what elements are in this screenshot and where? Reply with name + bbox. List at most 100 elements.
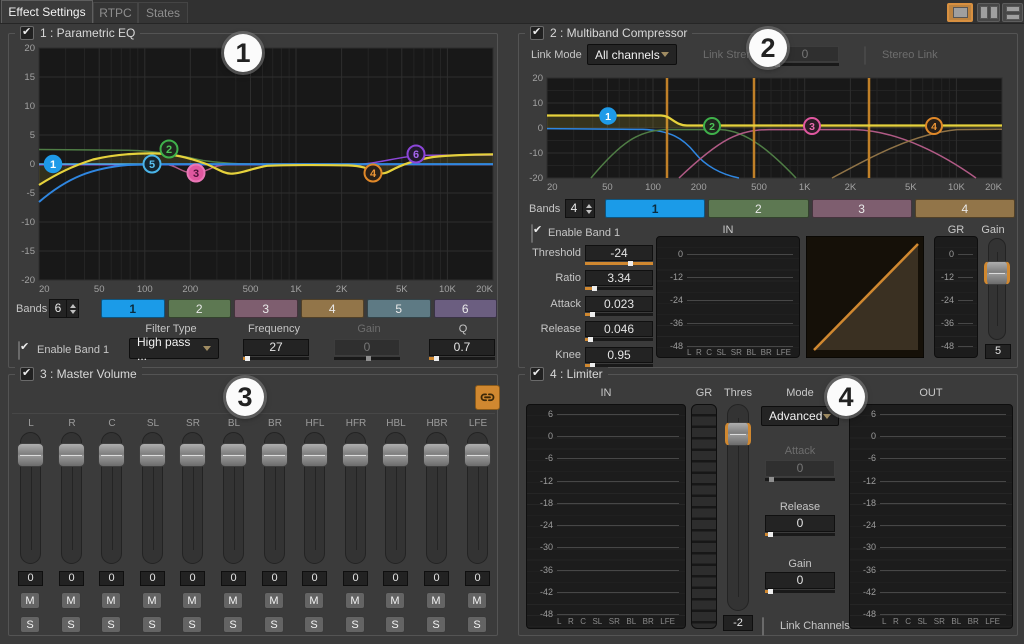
volume-slider-knob[interactable]: [179, 443, 206, 467]
volume-value[interactable]: 0: [343, 571, 368, 586]
mute-button[interactable]: M: [426, 592, 446, 609]
volume-value[interactable]: 0: [99, 571, 124, 586]
layout-split-horizontal-button[interactable]: [1002, 3, 1023, 22]
q-field[interactable]: 0.7: [429, 339, 495, 356]
volume-value[interactable]: 0: [221, 571, 246, 586]
filter-type-dropdown[interactable]: High pass ...: [129, 338, 219, 359]
effect-enable-checkbox[interactable]: [20, 26, 34, 40]
volume-slider-knob[interactable]: [139, 443, 166, 467]
spin-down-icon[interactable]: [70, 310, 76, 314]
tab-effect-settings[interactable]: Effect Settings: [1, 0, 93, 23]
enable-band-checkbox[interactable]: [531, 224, 533, 243]
mb-band1-button[interactable]: 1: [605, 199, 705, 218]
solo-button[interactable]: S: [223, 616, 243, 633]
volume-value[interactable]: 0: [302, 571, 327, 586]
eq-band3-button[interactable]: 3: [234, 299, 298, 318]
solo-button[interactable]: S: [61, 616, 81, 633]
volume-value[interactable]: 0: [180, 571, 205, 586]
mute-button[interactable]: M: [182, 592, 202, 609]
volume-value[interactable]: 0: [18, 571, 43, 586]
volume-slider-knob[interactable]: [382, 443, 409, 467]
effect-enable-checkbox[interactable]: [530, 367, 544, 381]
mode-dropdown[interactable]: Advanced: [761, 406, 839, 426]
mute-button[interactable]: M: [385, 592, 405, 609]
link-channels-checkbox[interactable]: [762, 617, 764, 636]
solo-button[interactable]: S: [304, 616, 324, 633]
link-mode-dropdown[interactable]: All channels: [587, 44, 677, 65]
mute-button[interactable]: M: [223, 592, 243, 609]
volume-slider-knob[interactable]: [261, 443, 288, 467]
mb-band2-button[interactable]: 2: [708, 199, 808, 218]
spinner-arrows[interactable]: [582, 200, 594, 217]
solo-button[interactable]: S: [426, 616, 446, 633]
volume-slider-knob[interactable]: [342, 443, 369, 467]
volume-value[interactable]: 0: [465, 571, 490, 586]
mute-button[interactable]: M: [101, 592, 121, 609]
solo-button[interactable]: S: [385, 616, 405, 633]
thres-slider-knob[interactable]: [725, 422, 751, 446]
solo-button[interactable]: S: [142, 616, 162, 633]
enable-band-checkbox[interactable]: [18, 341, 20, 360]
mute-button[interactable]: M: [264, 592, 284, 609]
mute-button[interactable]: M: [61, 592, 81, 609]
effect-enable-checkbox[interactable]: [530, 26, 544, 40]
mute-button[interactable]: M: [20, 592, 40, 609]
layout-single-pane-button[interactable]: [947, 3, 973, 22]
gain-slider-track[interactable]: [988, 238, 1006, 340]
gain-mini-slider[interactable]: [765, 590, 835, 593]
volume-slider-knob[interactable]: [220, 443, 247, 467]
volume-value[interactable]: 0: [383, 571, 408, 586]
volume-slider-knob[interactable]: [58, 443, 85, 467]
eq-graph[interactable]: 20501002005001K2K5K10K20K20151050-5-10-1…: [13, 40, 497, 298]
volume-value[interactable]: 0: [424, 571, 449, 586]
spin-down-icon[interactable]: [586, 210, 592, 214]
spin-up-icon[interactable]: [586, 204, 592, 208]
solo-button[interactable]: S: [467, 616, 487, 633]
threshold-field[interactable]: -24: [585, 245, 653, 261]
mb-bands-spinner[interactable]: 4: [565, 199, 595, 218]
gain-value[interactable]: 5: [985, 344, 1011, 359]
volume-value[interactable]: 0: [262, 571, 287, 586]
solo-button[interactable]: S: [264, 616, 284, 633]
volume-slider-knob[interactable]: [301, 443, 328, 467]
attack-mini-slider[interactable]: [585, 313, 653, 316]
mbcomp-graph[interactable]: 20501002005001K2K5K10K20K20100-10-20 1 2…: [525, 70, 1011, 197]
release-field[interactable]: 0.046: [585, 321, 653, 337]
solo-button[interactable]: S: [101, 616, 121, 633]
threshold-mini-slider[interactable]: [585, 262, 653, 265]
mute-button[interactable]: M: [467, 592, 487, 609]
volume-value[interactable]: 0: [59, 571, 84, 586]
volume-slider-knob[interactable]: [98, 443, 125, 467]
knee-field[interactable]: 0.95: [585, 347, 653, 363]
thres-value[interactable]: -2: [723, 615, 753, 631]
mute-button[interactable]: M: [304, 592, 324, 609]
mute-button[interactable]: M: [142, 592, 162, 609]
frequency-field[interactable]: 27: [243, 339, 309, 356]
mute-button[interactable]: M: [345, 592, 365, 609]
eq-band2-button[interactable]: 2: [168, 299, 232, 318]
solo-button[interactable]: S: [20, 616, 40, 633]
eq-band6-button[interactable]: 6: [434, 299, 498, 318]
tab-states[interactable]: States: [138, 2, 188, 23]
q-mini-slider[interactable]: [429, 357, 495, 360]
gain-slider-knob[interactable]: [984, 261, 1010, 285]
volume-slider-knob[interactable]: [464, 443, 491, 467]
attack-field[interactable]: 0.023: [585, 296, 653, 312]
eq-bands-spinner[interactable]: 6: [49, 299, 79, 318]
effect-enable-checkbox[interactable]: [20, 367, 34, 381]
ratio-mini-slider[interactable]: [585, 287, 653, 290]
mb-band3-button[interactable]: 3: [812, 199, 912, 218]
gain-field[interactable]: 0: [765, 572, 835, 589]
mb-band4-button[interactable]: 4: [915, 199, 1015, 218]
spinner-arrows[interactable]: [66, 300, 78, 317]
release-mini-slider[interactable]: [585, 338, 653, 341]
solo-button[interactable]: S: [345, 616, 365, 633]
solo-button[interactable]: S: [182, 616, 202, 633]
volume-slider-knob[interactable]: [17, 443, 44, 467]
frequency-mini-slider[interactable]: [243, 357, 309, 360]
eq-band5-button[interactable]: 5: [367, 299, 431, 318]
spin-up-icon[interactable]: [70, 304, 76, 308]
volume-slider-knob[interactable]: [423, 443, 450, 467]
release-field[interactable]: 0: [765, 515, 835, 532]
eq-band1-button[interactable]: 1: [101, 299, 165, 318]
